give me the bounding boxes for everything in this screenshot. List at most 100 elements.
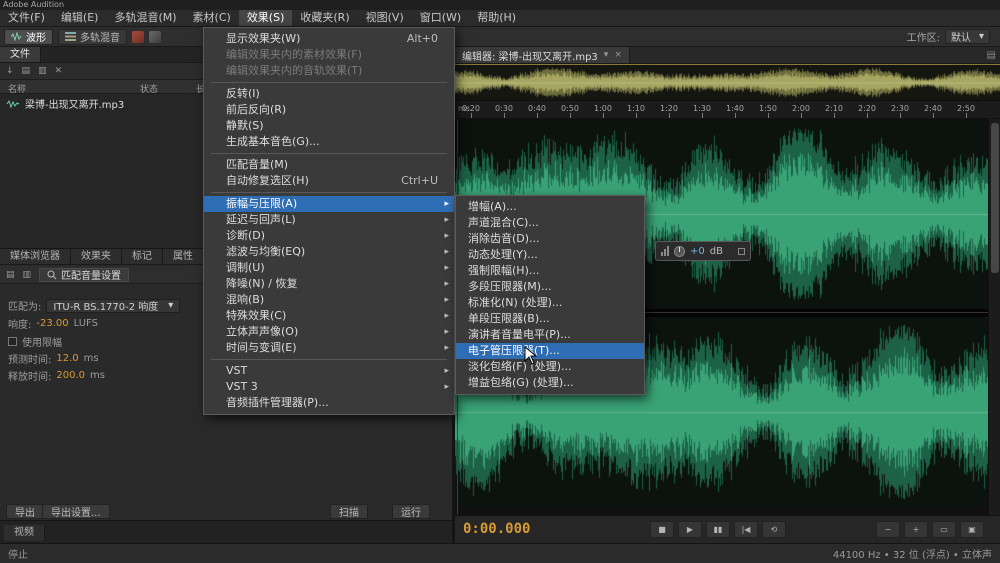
amplitude-submenu-item-3[interactable]: 消除齿音(D)... (456, 231, 644, 247)
scan-button[interactable]: 扫描 (330, 504, 368, 519)
menubar-item-4[interactable]: 素材(C) (185, 10, 239, 26)
lookahead-value[interactable]: 12.0 (56, 353, 78, 364)
amplitude-submenu-item-4[interactable]: 动态处理(Y)... (456, 247, 644, 263)
menubar-item-9[interactable]: 帮助(H) (469, 10, 524, 26)
tool-icon-1[interactable] (132, 30, 144, 43)
effects-menu-item-14[interactable]: 延迟与回声(L) ▸ (204, 212, 454, 228)
time-display[interactable]: 0:00.000 (463, 521, 530, 537)
effects-menu-item-1[interactable]: 显示效果夹(W) Alt+0 (204, 31, 454, 47)
effects-menu-item-18[interactable]: 降噪(N) / 恢复 ▸ (204, 276, 454, 292)
amplitude-submenu-item-1[interactable]: 增幅(A)... (456, 199, 644, 215)
zoom-full-button[interactable]: ▣ (960, 521, 984, 538)
pause-button[interactable]: ▮▮ (706, 521, 730, 538)
volume-knob-icon[interactable] (674, 245, 685, 257)
menubar-item-8[interactable]: 窗口(W) (412, 10, 469, 26)
lookahead-label: 预测时间: (8, 355, 52, 366)
close-icon[interactable]: × (614, 50, 622, 60)
effects-menu-item-2[interactable]: 编辑效果夹内的素材效果(F) (204, 47, 454, 63)
effects-menu-item-24[interactable]: VST ▸ (204, 363, 454, 379)
tab-match-4[interactable]: 属性 (163, 249, 204, 264)
tab-files[interactable]: 文件 (0, 47, 41, 62)
timeline-ruler[interactable]: ms 0:20 0:30 0:40 0:50 1:00 1:10 1:20 1:30 1:40 1… (455, 101, 1000, 119)
effects-menu-item-25[interactable]: VST 3 ▸ (204, 379, 454, 395)
effects-menu-item-21[interactable]: 立体声声像(O) ▸ (204, 324, 454, 340)
new-item-icon[interactable]: ▤ (22, 65, 31, 77)
zoom-out-button[interactable]: − (876, 521, 900, 538)
copy-icon[interactable]: ▤ (6, 269, 15, 281)
release-value[interactable]: 200.0 (56, 370, 85, 381)
effects-menu-item-17[interactable]: 调制(U) ▸ (204, 260, 454, 276)
use-limiter-checkbox[interactable] (8, 337, 17, 346)
menubar-item-3[interactable]: 多轨混音(M) (106, 10, 184, 26)
export-button[interactable]: 导出 (6, 504, 44, 519)
panel-menu-icon[interactable]: ▤ (987, 50, 996, 61)
effects-menu-item-20[interactable]: 特殊效果(C) ▸ (204, 308, 454, 324)
chevron-down-icon[interactable]: ▾ (604, 50, 609, 60)
match-loudness-settings-button[interactable]: 匹配音量设置 (39, 267, 130, 282)
menubar-item-7[interactable]: 视图(V) (358, 10, 412, 26)
effects-menu-item-11[interactable]: 自动修复选区(H) Ctrl+U (204, 173, 454, 189)
stop-button[interactable]: ■ (650, 521, 674, 538)
editor-tab[interactable]: 编辑器: 梁博-出现又离开.mp3 ▾ × (455, 47, 630, 63)
effects-menu-item-26[interactable]: 音频插件管理器(P)... (204, 395, 454, 411)
menubar-item-6[interactable]: 收藏夹(R) (292, 10, 357, 26)
vertical-scrollbar[interactable] (988, 119, 1000, 515)
overview-strip[interactable] (455, 64, 1000, 101)
tab-match-1[interactable]: 媒体浏览器 (0, 249, 71, 264)
effects-menu-item-15[interactable]: 诊断(D) ▸ (204, 228, 454, 244)
overview-waveform[interactable] (455, 65, 1000, 100)
menubar-item-5[interactable]: 效果(S) (238, 10, 293, 26)
scrollbar-handle[interactable] (991, 123, 999, 273)
ruler-tick-mark (504, 113, 505, 118)
ruler-tick-mark (834, 113, 835, 118)
amplitude-submenu-item-5[interactable]: 强制限幅(H)... (456, 263, 644, 279)
workspace-dropdown[interactable]: 默认 ▾ (944, 29, 990, 44)
effects-menu-item-8[interactable]: 生成基本音色(G)... (204, 134, 454, 150)
column-name[interactable]: 名称 (8, 82, 26, 95)
effects-menu-item-5[interactable]: 反转(I) (204, 86, 454, 102)
insert-multitrack-icon[interactable]: ▥ (38, 65, 47, 77)
play-button[interactable]: ▶ (678, 521, 702, 538)
skip-to-start-button[interactable]: |◀ (734, 521, 758, 538)
import-file-icon[interactable]: ↓ (6, 65, 14, 77)
ruler-tick-mark (702, 113, 703, 118)
zoom-selection-button[interactable]: ▭ (932, 521, 956, 538)
export-settings-button[interactable]: 导出设置... (42, 504, 110, 519)
tab-video[interactable]: 视频 (4, 525, 45, 541)
menubar-item-1[interactable]: 文件(F) (0, 10, 53, 26)
amplitude-submenu-item-12[interactable]: 增益包络(G) (处理)... (456, 375, 644, 391)
loop-button[interactable]: ⟲ (762, 521, 786, 538)
column-status[interactable]: 状态 (140, 82, 158, 95)
amplitude-submenu-item-10[interactable]: 电子管压限器(T)... (456, 343, 644, 359)
effects-menu-item-13[interactable]: 振幅与压限(A) ▸ (204, 196, 454, 212)
effects-menu-item-10[interactable]: 匹配音量(M) (204, 157, 454, 173)
effects-menu-item-22[interactable]: 时间与变调(E) ▸ (204, 340, 454, 356)
pin-icon[interactable] (738, 247, 745, 255)
run-button[interactable]: 运行 (392, 504, 430, 519)
paste-icon[interactable]: ▥ (23, 269, 32, 281)
tab-match-3[interactable]: 标记 (122, 249, 163, 264)
effects-menu-item-16[interactable]: 滤波与均衡(EQ) ▸ (204, 244, 454, 260)
amplitude-submenu-item-6[interactable]: 多段压限器(M)... (456, 279, 644, 295)
menubar-item-2[interactable]: 编辑(E) (53, 10, 107, 26)
tab-match-2[interactable]: 效果夹 (71, 249, 122, 264)
amplitude-submenu-item-2[interactable]: 声道混合(C)... (456, 215, 644, 231)
volume-hud[interactable]: +0 dB (655, 241, 751, 261)
tool-icon-2[interactable] (149, 30, 161, 43)
amplitude-submenu-item-8[interactable]: 单段压限器(B)... (456, 311, 644, 327)
effects-menu-item-7[interactable]: 静默(S) (204, 118, 454, 134)
match-to-dropdown[interactable]: ITU-R BS.1770-2 响度 ▾ (46, 298, 181, 313)
multitrack-view-button[interactable]: 多轨混音 (58, 28, 127, 45)
amplitude-submenu-item-7[interactable]: 标准化(N) (处理)... (456, 295, 644, 311)
waveform-view-button[interactable]: 波形 (4, 28, 53, 45)
delete-icon[interactable]: ✕ (55, 65, 63, 77)
effects-menu-item-19[interactable]: 混响(B) ▸ (204, 292, 454, 308)
amplitude-submenu-item-9[interactable]: 演讲者音量电平(P)... (456, 327, 644, 343)
loudness-value[interactable]: -23.00 (36, 318, 68, 329)
effects-menu-item-3[interactable]: 编辑效果夹内的音轨效果(T) (204, 63, 454, 79)
effects-menu-item-6[interactable]: 前后反向(R) (204, 102, 454, 118)
release-unit: ms (90, 370, 105, 381)
zoom-in-button[interactable]: + (904, 521, 928, 538)
amplitude-submenu-item-11[interactable]: 淡化包络(F) (处理)... (456, 359, 644, 375)
ruler-tick-mark (867, 113, 868, 118)
